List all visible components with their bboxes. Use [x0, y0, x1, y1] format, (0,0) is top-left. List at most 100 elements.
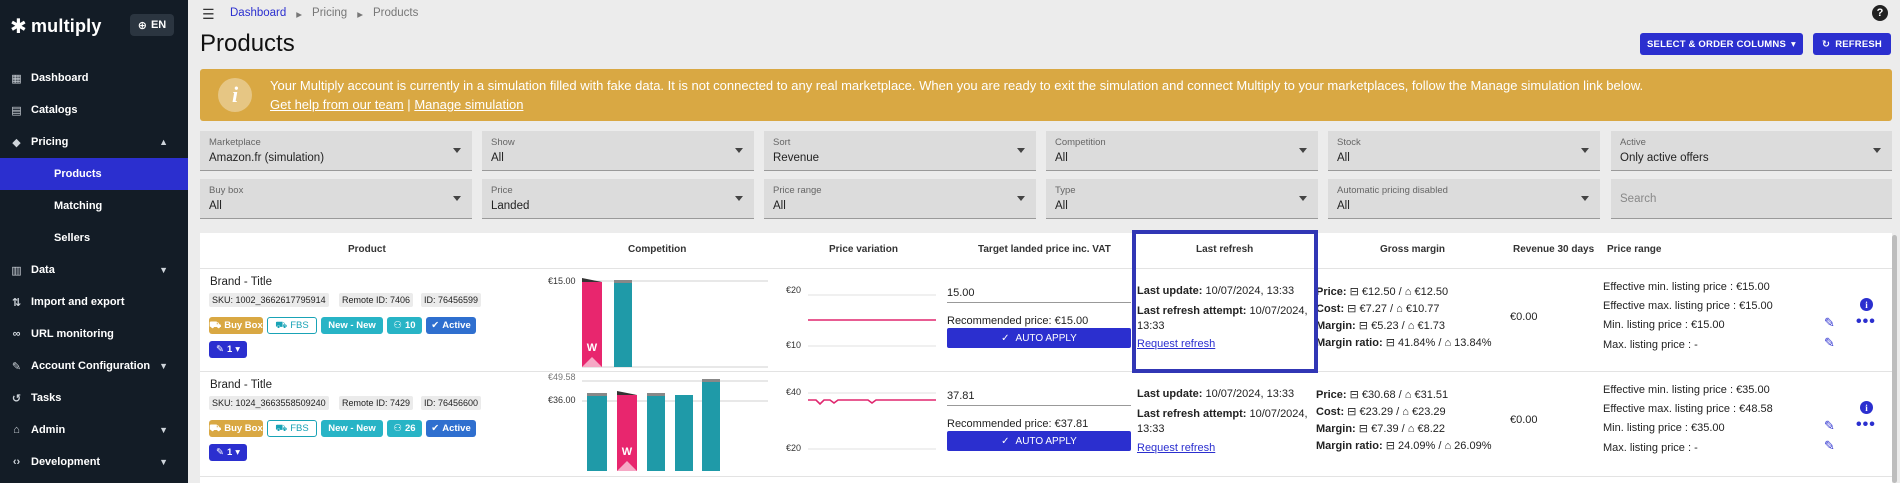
- sidebar-item-tasks[interactable]: ↺ Tasks: [0, 382, 188, 414]
- sidebar-item-data[interactable]: ▥ Data ▼: [0, 254, 188, 286]
- target-price-input[interactable]: 15.00: [947, 287, 975, 299]
- competitors-count-badge[interactable]: ⚇ 10: [387, 317, 422, 334]
- refresh-button[interactable]: ↻ REFRESH: [1813, 33, 1891, 55]
- show-select[interactable]: Show All: [482, 131, 754, 171]
- margin-value: €8.22: [1417, 423, 1446, 435]
- sidebar-item-matching[interactable]: Matching: [0, 190, 188, 222]
- effective-max-price: Effective max. listing price : €48.58: [1603, 403, 1773, 415]
- type-select[interactable]: Type All: [1046, 179, 1318, 219]
- sidebar-item-url-monitoring[interactable]: ∞ URL monitoring: [0, 318, 188, 350]
- effective-max-price: Effective max. listing price : €15.00: [1603, 300, 1773, 312]
- price-select[interactable]: Price Landed: [482, 179, 754, 219]
- globe-icon: ⊕: [137, 19, 147, 32]
- request-refresh-link[interactable]: Request refresh: [1137, 442, 1215, 454]
- margin-label: Margin:: [1316, 423, 1356, 435]
- more-actions-icon[interactable]: •••: [1856, 313, 1876, 331]
- auto-apply-button[interactable]: ✓ AUTO APPLY: [947, 431, 1131, 451]
- active-badge[interactable]: ✔ Active: [426, 317, 476, 334]
- bag-icon: ⊟: [1385, 440, 1395, 452]
- column-header-price-variation[interactable]: Price variation: [829, 244, 898, 255]
- competitor-bar[interactable]: [647, 395, 665, 471]
- competition-price-label: €36.00: [548, 395, 576, 405]
- manage-simulation-link[interactable]: Manage simulation: [414, 97, 523, 112]
- tag-badge[interactable]: ✎ 1 ▾: [209, 341, 247, 358]
- auto-pricing-disabled-select[interactable]: Automatic pricing disabled All: [1328, 179, 1600, 219]
- help-link[interactable]: Get help from our team: [270, 97, 404, 112]
- competitor-bar[interactable]: [702, 381, 720, 471]
- marketplace-select[interactable]: Marketplace Amazon.fr (simulation): [200, 131, 472, 171]
- search-input[interactable]: Search: [1611, 179, 1892, 219]
- buybox-select[interactable]: Buy box All: [200, 179, 472, 219]
- info-icon[interactable]: i: [1860, 298, 1873, 311]
- chart-icon: ▥: [11, 264, 22, 277]
- select-order-columns-button[interactable]: SELECT & ORDER COLUMNS ▾: [1640, 33, 1803, 55]
- column-header-gross-margin[interactable]: Gross margin: [1380, 244, 1445, 255]
- sidebar-item-development[interactable]: ‹› Development ▼: [0, 446, 188, 478]
- fbs-badge[interactable]: ⛟ FBS: [267, 317, 317, 334]
- competitor-bar[interactable]: [587, 395, 607, 471]
- auto-apply-label: AUTO APPLY: [1015, 435, 1077, 447]
- sidebar-item-import-export[interactable]: ⇅ Import and export: [0, 286, 188, 318]
- edit-min-price-icon[interactable]: ✎: [1824, 418, 1835, 434]
- variation-axis-top: €40: [786, 387, 802, 397]
- table-scrollbar[interactable]: [1892, 235, 1897, 483]
- fbs-badge[interactable]: ⛟ FBS: [267, 420, 317, 437]
- product-title[interactable]: Brand - Title: [210, 379, 272, 391]
- refresh-label: REFRESH: [1835, 38, 1882, 50]
- info-icon[interactable]: i: [1860, 401, 1873, 414]
- cart-icon: ⛟: [209, 319, 222, 331]
- product-title[interactable]: Brand - Title: [210, 276, 272, 288]
- variation-axis-top: €20: [786, 285, 802, 295]
- breadcrumb-item-dashboard[interactable]: Dashboard: [230, 7, 286, 21]
- buybox-bar[interactable]: [582, 282, 602, 367]
- column-header-target-price[interactable]: Target landed price inc. VAT: [978, 244, 1111, 255]
- help-icon[interactable]: ?: [1872, 5, 1888, 21]
- sidebar-item-label: Data: [31, 264, 55, 276]
- competitors-count-badge[interactable]: ⚇ 26: [387, 420, 422, 437]
- house-icon: ⌂: [1396, 303, 1403, 315]
- edit-max-price-icon[interactable]: ✎: [1824, 335, 1835, 351]
- active-select[interactable]: Active Only active offers: [1611, 131, 1892, 171]
- column-header-product[interactable]: Product: [348, 244, 386, 255]
- target-price-input[interactable]: 37.81: [947, 390, 975, 402]
- competitor-bar[interactable]: [614, 282, 632, 367]
- sidebar-item-dashboard[interactable]: ▦ Dashboard: [0, 62, 188, 94]
- buybox-badge[interactable]: ⛟ Buy Box: [209, 420, 263, 437]
- breadcrumb-item-pricing[interactable]: Pricing: [312, 7, 347, 21]
- min-listing-price: Min. listing price : €35.00: [1603, 422, 1725, 434]
- competitor-bar[interactable]: [675, 395, 693, 471]
- competition-chart: W: [582, 278, 768, 368]
- condition-badge[interactable]: New - New: [321, 420, 383, 437]
- sidebar-item-catalogs[interactable]: ▤ Catalogs: [0, 94, 188, 126]
- sidebar-item-products[interactable]: Products: [0, 158, 188, 190]
- sort-select[interactable]: Sort Revenue: [764, 131, 1036, 171]
- margin-label: Margin ratio:: [1316, 440, 1383, 452]
- column-header-competition[interactable]: Competition: [628, 244, 686, 255]
- tag-badge[interactable]: ✎ 1 ▾: [209, 444, 247, 461]
- dropdown-arrow-icon: [1873, 148, 1881, 153]
- sidebar-item-account-configuration[interactable]: ✎ Account Configuration ▼: [0, 350, 188, 382]
- condition-badge[interactable]: New - New: [321, 317, 383, 334]
- language-switcher[interactable]: ⊕ EN: [130, 14, 174, 36]
- margin-cost: Cost: ⊟ €7.27 / ⌂ €10.77: [1316, 302, 1440, 315]
- buybox-badge[interactable]: ⛟ Buy Box: [209, 317, 263, 334]
- sidebar-item-pricing[interactable]: ◆ Pricing ▲: [0, 126, 188, 158]
- competition-select[interactable]: Competition All: [1046, 131, 1318, 171]
- app-logo[interactable]: ✱ multiply: [10, 14, 102, 39]
- auto-apply-button[interactable]: ✓ AUTO APPLY: [947, 328, 1131, 348]
- column-header-revenue[interactable]: Revenue 30 days: [1513, 244, 1594, 255]
- hamburger-menu-icon[interactable]: ☰: [202, 6, 215, 23]
- stock-select[interactable]: Stock All: [1328, 131, 1600, 171]
- buybox-bar[interactable]: [617, 395, 637, 471]
- sidebar-item-admin[interactable]: ⌂ Admin ▼: [0, 414, 188, 446]
- column-header-price-range[interactable]: Price range: [1607, 244, 1661, 255]
- price-range-select[interactable]: Price range All: [764, 179, 1036, 219]
- edit-min-price-icon[interactable]: ✎: [1824, 315, 1835, 331]
- dropdown-arrow-icon: [1581, 148, 1589, 153]
- more-actions-icon[interactable]: •••: [1856, 416, 1876, 434]
- breadcrumb-separator-icon: ▸: [296, 9, 303, 21]
- active-badge[interactable]: ✔ Active: [426, 420, 476, 437]
- sidebar-item-sellers[interactable]: Sellers: [0, 222, 188, 254]
- tag-icon: ✎: [215, 344, 224, 355]
- edit-max-price-icon[interactable]: ✎: [1824, 438, 1835, 454]
